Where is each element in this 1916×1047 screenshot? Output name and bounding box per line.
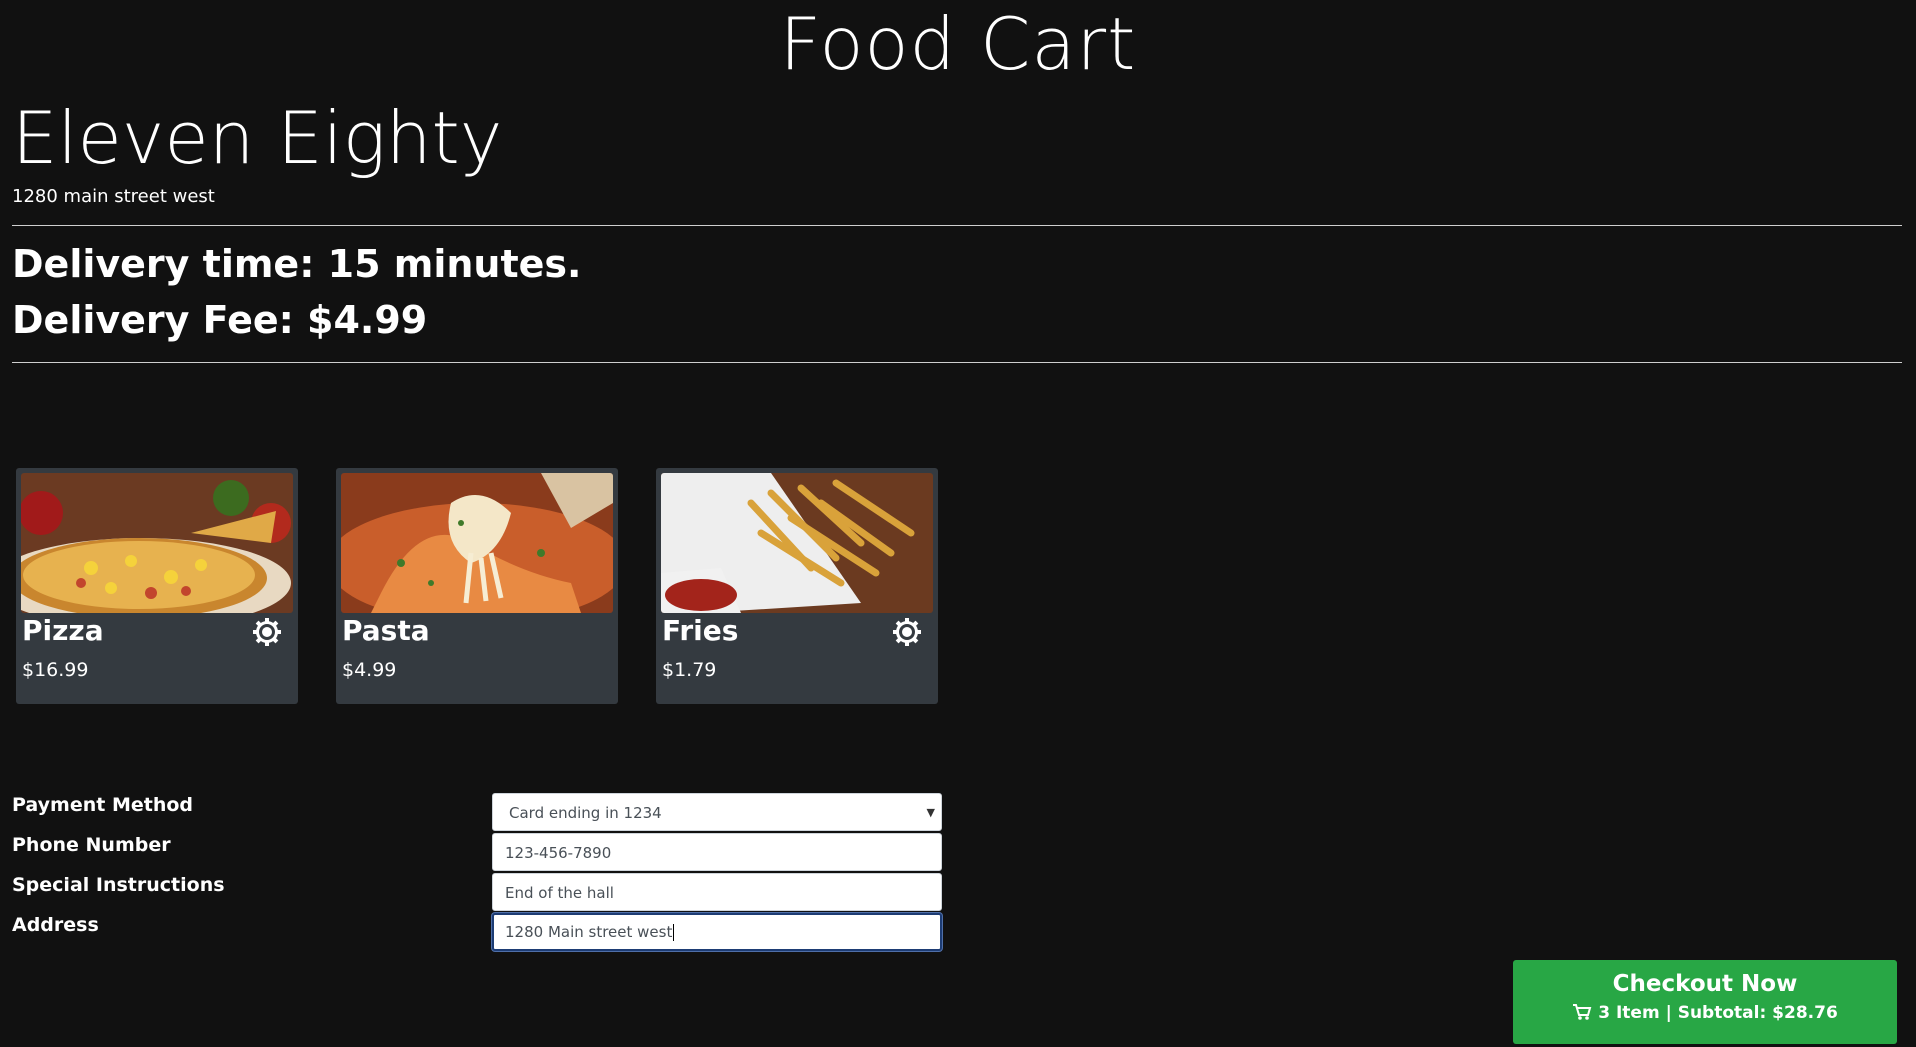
address-input[interactable]: 1280 Main street west <box>492 913 942 951</box>
app-title: Food Cart <box>779 2 1137 86</box>
checkout-summary-row: 3 Item | Subtotal: $28.76 <box>1513 1003 1897 1026</box>
checkout-summary: 3 Item | Subtotal: $28.76 <box>1598 1003 1838 1023</box>
payment-method-label: Payment Method <box>12 794 194 816</box>
item-name: Pasta <box>342 614 430 647</box>
gear-icon[interactable] <box>252 617 282 647</box>
address-value: 1280 Main street west <box>505 923 673 941</box>
item-price: $1.79 <box>662 659 717 681</box>
checkout-title: Checkout Now <box>1612 971 1798 997</box>
menu-card-pasta[interactable]: Pasta $4.99 <box>336 468 618 704</box>
pasta-image <box>341 473 613 613</box>
phone-number-input[interactable]: 123-456-7890 <box>492 833 942 871</box>
restaurant-name: Eleven Eighty <box>12 96 503 180</box>
text-cursor <box>673 924 675 941</box>
divider <box>12 225 1902 226</box>
item-price: $4.99 <box>342 659 397 681</box>
phone-number-value: 123-456-7890 <box>505 844 612 862</box>
item-name: Pizza <box>22 614 104 647</box>
delivery-time: Delivery time: 15 minutes. <box>12 242 582 286</box>
fries-image <box>661 473 933 613</box>
gear-icon[interactable] <box>892 617 922 647</box>
restaurant-address: 1280 main street west <box>12 186 215 207</box>
pizza-image <box>21 473 293 613</box>
chevron-down-icon: ▼ <box>926 806 935 819</box>
payment-method-value: Card ending in 1234 <box>509 804 662 822</box>
cart-icon <box>1572 1003 1592 1026</box>
special-instructions-value: End of the hall <box>505 884 614 902</box>
special-instructions-input[interactable]: End of the hall <box>492 873 942 911</box>
item-name: Fries <box>662 614 739 647</box>
menu-card-fries[interactable]: Fries $1.79 <box>656 468 938 704</box>
address-label: Address <box>12 914 99 936</box>
checkout-button[interactable]: Checkout Now 3 Item | Subtotal: $28.76 <box>1513 960 1897 1044</box>
menu-card-pizza[interactable]: Pizza $16.99 <box>16 468 298 704</box>
delivery-fee: Delivery Fee: $4.99 <box>12 298 428 342</box>
special-instructions-label: Special Instructions <box>12 874 225 896</box>
payment-method-select[interactable]: Card ending in 1234 ▼ <box>492 793 942 831</box>
divider <box>12 362 1902 363</box>
phone-number-label: Phone Number <box>12 834 171 856</box>
item-price: $16.99 <box>22 659 89 681</box>
